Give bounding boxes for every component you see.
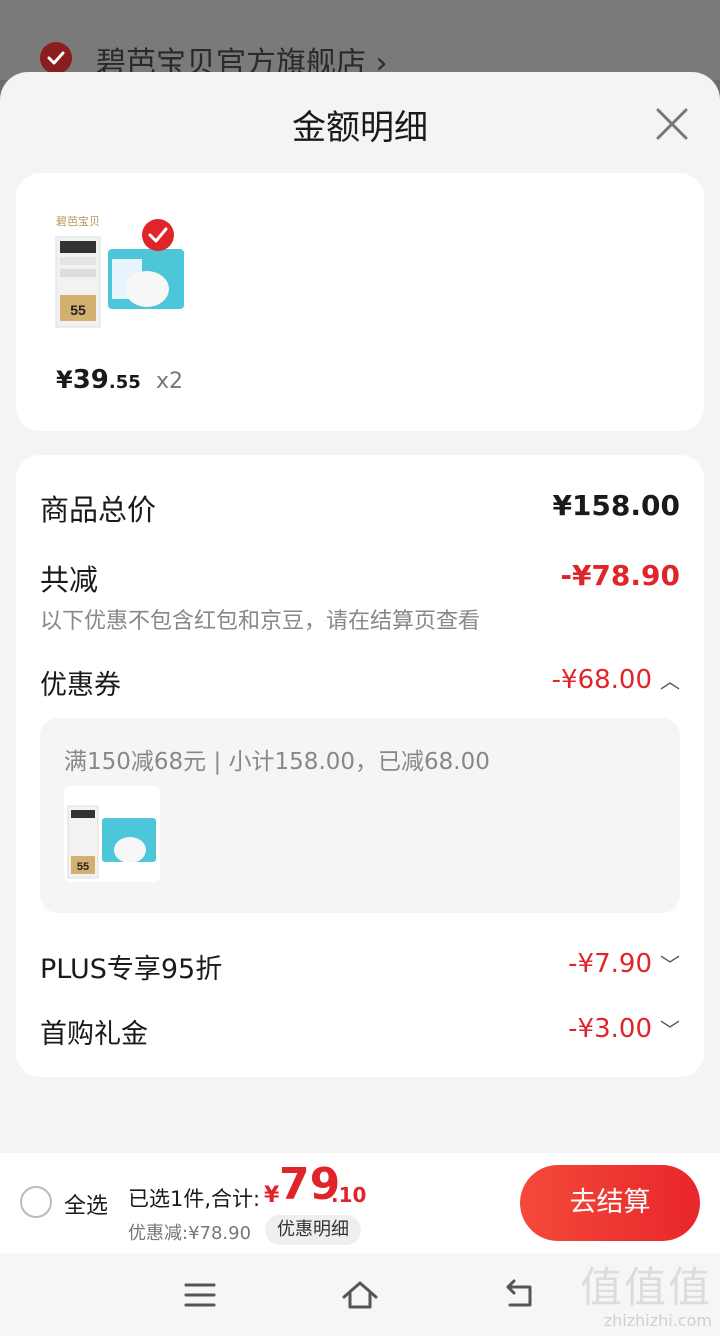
checkout-bar: 全选 已选1件,合计: ¥ 79 .10 优惠减:¥78.90 优惠明细 去结算 — [0, 1153, 720, 1253]
menu-icon[interactable] — [180, 1275, 220, 1315]
watermark-url: zhizhizhi.com — [603, 1311, 712, 1330]
discount-detail-button[interactable]: 优惠明细 — [265, 1215, 361, 1245]
background-store-header: 碧芭宝贝官方旗舰店 › — [0, 0, 720, 81]
first-buy-gift-value: -¥3.00 — [568, 1014, 652, 1044]
discount-summary: 优惠减:¥78.90 — [128, 1223, 252, 1244]
chevron-down-icon: ﹀ — [660, 953, 680, 977]
product-image[interactable]: 55 碧芭宝贝 — [52, 209, 192, 329]
total-amount-dec: .10 — [331, 1183, 367, 1207]
coupon-value: -¥68.00 — [551, 665, 652, 695]
first-buy-gift-label: 首购礼金 — [40, 1019, 148, 1050]
close-icon[interactable] — [654, 106, 690, 142]
total-price-value: ¥158.00 — [552, 489, 680, 522]
image-badge: 55 — [70, 302, 86, 318]
checkout-button[interactable]: 去结算 — [520, 1165, 700, 1241]
coupon-row-toggle[interactable]: -¥68.00 ︿ — [552, 665, 680, 695]
coupon-product-image: 55 — [64, 786, 160, 882]
chevron-up-icon: ︿ — [660, 669, 680, 693]
coupon-detail-text: 满150减68元 | 小计158.00，已减68.00 — [64, 749, 490, 775]
home-icon[interactable] — [340, 1275, 380, 1315]
selected-summary: 已选1件,合计: — [128, 1187, 261, 1211]
back-icon[interactable] — [500, 1275, 540, 1315]
product-card: 55 碧芭宝贝 ¥39.55 x2 — [16, 173, 704, 431]
reduce-note: 以下优惠不包含红包和京豆，请在结算页查看 — [40, 609, 481, 634]
total-reduce-label: 共减 — [40, 563, 99, 597]
system-nav-bar: 值值值 zhizhizhi.com — [0, 1253, 720, 1336]
plus-discount-toggle[interactable]: -¥7.90 ﹀ — [568, 949, 680, 979]
coupon-image-badge: 55 — [77, 861, 89, 873]
product-quantity: x2 — [156, 369, 184, 394]
select-all-label[interactable]: 全选 — [64, 1188, 108, 1220]
total-reduce-value: -¥78.90 — [560, 559, 680, 592]
price-detail-card: 商品总价 ¥158.00 共减 -¥78.90 以下优惠不包含红包和京豆，请在结… — [16, 455, 704, 1077]
select-all-checkbox[interactable] — [20, 1186, 52, 1218]
check-icon — [40, 42, 72, 74]
total-currency: ¥ — [264, 1183, 280, 1208]
product-price: ¥39.55 — [56, 365, 141, 395]
watermark-logo: 值值值 — [579, 1263, 712, 1312]
coupon-detail-box: 满150减68元 | 小计158.00，已减68.00 55 — [40, 718, 680, 913]
total-price-label: 商品总价 — [40, 493, 157, 527]
plus-discount-value: -¥7.90 — [568, 949, 652, 979]
amount-detail-sheet: 金额明细 55 碧芭宝贝 ¥39.55 x2 商品总价 ¥158.00 共减 -… — [0, 72, 720, 1336]
watermark: 值值值 zhizhizhi.com — [579, 1263, 712, 1331]
first-buy-gift-toggle[interactable]: -¥3.00 ﹀ — [568, 1014, 680, 1044]
coupon-label: 优惠券 — [40, 670, 121, 701]
image-brand: 碧芭宝贝 — [56, 214, 100, 228]
plus-discount-label: PLUS专享95折 — [40, 954, 223, 985]
sheet-title: 金额明细 — [292, 108, 428, 148]
chevron-down-icon: ﹀ — [660, 1018, 680, 1042]
